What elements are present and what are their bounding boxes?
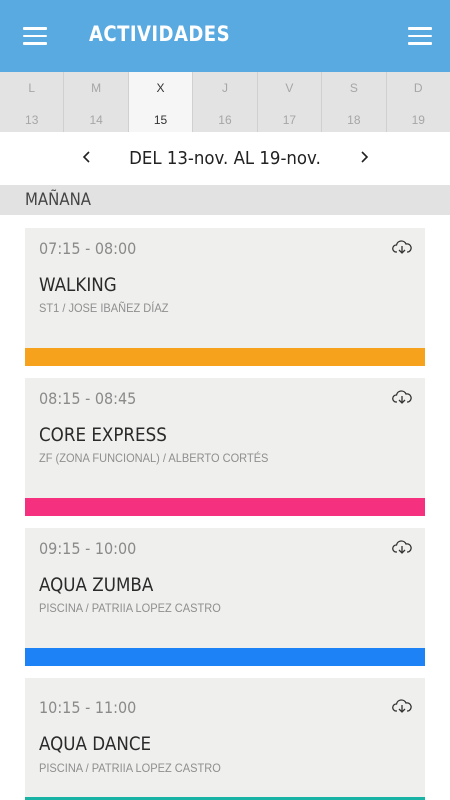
cloud-download-icon[interactable] <box>392 390 412 406</box>
section-header-morning: MAÑANA <box>0 185 450 215</box>
menu-left-icon[interactable] <box>23 27 47 45</box>
page-title: ACTIVIDADES <box>89 22 231 46</box>
activity-title: WALKING <box>39 274 117 296</box>
activity-location-instructor: ZF (ZONA FUNCIONAL) / ALBERTO CORTÉS <box>39 451 269 465</box>
day-letter: D <box>413 81 423 95</box>
activity-card[interactable]: 10:15 - 11:00 AQUA DANCE PISCINA / PATRI… <box>25 678 425 800</box>
activity-color-bar <box>25 648 425 666</box>
chevron-right-icon[interactable] <box>357 150 371 164</box>
day-number: 13 <box>25 113 39 127</box>
day-number: 16 <box>218 113 232 127</box>
day-letter: X <box>156 81 165 95</box>
day-tab-3[interactable]: J 16 <box>193 72 258 132</box>
day-number: 18 <box>347 113 361 127</box>
day-letter: S <box>349 81 358 95</box>
activity-location-instructor: PISCINA / PATRIIA LOPEZ CASTRO <box>39 601 221 615</box>
day-letter: M <box>91 81 102 95</box>
activity-time: 09:15 - 10:00 <box>39 539 137 558</box>
day-letter: L <box>28 81 36 95</box>
activity-time: 10:15 - 11:00 <box>39 698 137 717</box>
activity-title: AQUA ZUMBA <box>39 574 154 596</box>
cloud-download-icon[interactable] <box>392 540 412 556</box>
activity-card[interactable]: 07:15 - 08:00 WALKING ST1 / JOSE IBAÑEZ … <box>25 228 425 366</box>
day-number: 14 <box>89 113 103 127</box>
activity-card[interactable]: 08:15 - 08:45 CORE EXPRESS ZF (ZONA FUNC… <box>25 378 425 516</box>
day-tab-4[interactable]: V 17 <box>258 72 323 132</box>
day-tab-2-selected[interactable]: X 15 <box>128 72 194 132</box>
day-tab-1[interactable]: M 14 <box>64 72 129 132</box>
day-tab-5[interactable]: S 18 <box>322 72 387 132</box>
activity-color-bar <box>25 348 425 366</box>
menu-right-icon[interactable] <box>408 27 432 45</box>
activity-time: 07:15 - 08:00 <box>39 239 137 258</box>
day-number: 15 <box>153 113 168 127</box>
day-letter: J <box>221 81 228 95</box>
cloud-download-icon[interactable] <box>392 699 412 715</box>
activity-location-instructor: PISCINA / PATRIIA LOPEZ CASTRO <box>39 761 221 775</box>
activity-title: CORE EXPRESS <box>39 424 167 446</box>
day-number: 17 <box>282 113 297 127</box>
day-selector: L 13 M 14 X 15 J 16 V 17 S 18 D 19 <box>0 72 450 132</box>
section-title: MAÑANA <box>25 190 91 210</box>
day-letter: V <box>285 81 294 95</box>
day-tab-6[interactable]: D 19 <box>387 72 450 132</box>
app-bar: ACTIVIDADES <box>0 0 450 72</box>
activity-title: AQUA DANCE <box>39 733 152 755</box>
activity-location-instructor: ST1 / JOSE IBAÑEZ DÍAZ <box>39 301 169 315</box>
activity-card[interactable]: 09:15 - 10:00 AQUA ZUMBA PISCINA / PATRI… <box>25 528 425 666</box>
activity-time: 08:15 - 08:45 <box>39 389 137 408</box>
day-number: 19 <box>411 113 425 127</box>
activity-color-bar <box>25 498 425 516</box>
cloud-download-icon[interactable] <box>392 240 412 256</box>
day-tab-0[interactable]: L 13 <box>0 72 65 132</box>
week-navigator: DEL 13-nov. AL 19-nov. <box>0 132 450 185</box>
